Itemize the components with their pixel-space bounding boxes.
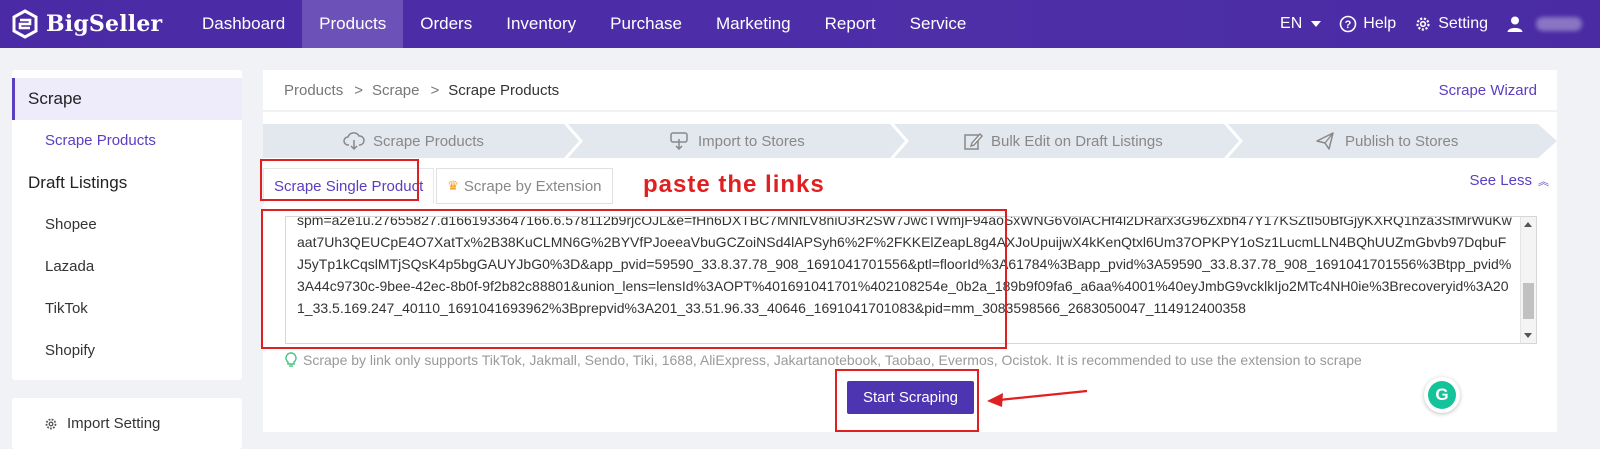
setting-link[interactable]: Setting [1414, 15, 1488, 33]
step-label: Import to Stores [698, 132, 805, 150]
top-nav: BigSeller Dashboard Products Orders Inve… [0, 0, 1600, 48]
see-less-toggle[interactable]: See Less ︽ [1469, 172, 1549, 189]
annotation-label: paste the links [643, 171, 825, 198]
scroll-down-icon[interactable] [1524, 333, 1532, 338]
lightbulb-icon [285, 352, 297, 367]
scrape-wizard-link[interactable]: Scrape Wizard [1439, 82, 1537, 99]
step-label: Scrape Products [373, 132, 484, 150]
scroll-up-icon[interactable] [1524, 222, 1532, 227]
see-less-label: See Less [1469, 172, 1532, 189]
setting-label: Setting [1438, 15, 1488, 32]
nav-dashboard[interactable]: Dashboard [185, 0, 302, 48]
step-publish-label: Publish to Stores [1315, 124, 1458, 158]
import-icon [670, 132, 688, 151]
textarea-scrollbar[interactable] [1520, 217, 1536, 343]
nav-products[interactable]: Products [302, 0, 404, 48]
nav-service[interactable]: Service [893, 0, 984, 48]
nav-inventory[interactable]: Inventory [489, 0, 593, 48]
help-link[interactable]: ? Help [1339, 15, 1396, 33]
step-label: Publish to Stores [1345, 132, 1459, 150]
sidebar-item-lazada[interactable]: Lazada [12, 246, 242, 286]
grammarly-icon[interactable]: G [1424, 377, 1460, 413]
annotation-box-button [835, 369, 979, 432]
svg-text:?: ? [1345, 19, 1352, 31]
brand-logo[interactable]: BigSeller [0, 9, 185, 39]
hint-text: Scrape by link only supports TikTok, Jak… [303, 352, 1362, 368]
cloud-download-icon [343, 132, 365, 151]
scrape-hint: Scrape by link only supports TikTok, Jak… [285, 352, 1362, 368]
sidebar-item-tiktok[interactable]: TikTok [12, 288, 242, 328]
annotation-arrow-icon [987, 389, 1088, 407]
breadcrumb-products[interactable]: Products [284, 82, 343, 99]
breadcrumb-scrape[interactable]: Scrape [372, 82, 420, 99]
bigseller-logo-icon [12, 9, 38, 39]
user-icon [1507, 16, 1523, 32]
nav-purchase[interactable]: Purchase [593, 0, 699, 48]
breadcrumb: Products > Scrape > Scrape Products Scra… [263, 70, 1557, 110]
edit-icon [964, 132, 983, 150]
language-selector[interactable]: EN [1280, 15, 1322, 33]
import-setting-label: Import Setting [67, 415, 161, 432]
scroll-thumb[interactable] [1523, 283, 1534, 319]
breadcrumb-separator: > [430, 81, 440, 99]
help-circle-icon: ? [1339, 15, 1357, 33]
sidebar-item-shopee[interactable]: Shopee [12, 204, 242, 244]
nav-orders[interactable]: Orders [403, 0, 489, 48]
step-bulk-edit-label: Bulk Edit on Draft Listings [963, 124, 1163, 158]
annotation-box-tab [260, 159, 419, 201]
brand-name: BigSeller [46, 11, 163, 37]
nav-marketing[interactable]: Marketing [699, 0, 808, 48]
username-redacted [1536, 17, 1582, 31]
chevron-up-icon: ︽ [1538, 175, 1549, 188]
step-import-label: Import to Stores [668, 124, 805, 158]
sidebar-group-draft-listings[interactable]: Draft Listings [12, 162, 242, 204]
import-setting-link[interactable]: Import Setting [12, 398, 242, 449]
step-label: Bulk Edit on Draft Listings [991, 132, 1163, 150]
tab-label: Scrape by Extension [463, 177, 602, 195]
sidebar: Scrape Scrape Products Draft Listings Sh… [12, 70, 242, 380]
breadcrumb-current: Scrape Products [448, 81, 560, 99]
step-scrape-products-label: Scrape Products [343, 124, 484, 158]
breadcrumb-separator: > [354, 81, 363, 99]
sidebar-item-shopify[interactable]: Shopify [12, 330, 242, 370]
gear-icon [45, 418, 57, 429]
annotation-box-textarea [261, 209, 1007, 349]
language-label: EN [1280, 15, 1303, 32]
crown-icon: ♛ [447, 178, 459, 193]
nav-report[interactable]: Report [808, 0, 893, 48]
help-label: Help [1363, 15, 1397, 32]
gear-icon [1416, 17, 1430, 31]
sidebar-group-scrape[interactable]: Scrape [12, 78, 242, 120]
tab-scrape-by-extension[interactable]: ♛ Scrape by Extension [436, 168, 613, 204]
user-menu[interactable] [1506, 15, 1582, 33]
chevron-down-icon [1311, 21, 1322, 27]
sidebar-item-scrape-products[interactable]: Scrape Products [12, 120, 242, 160]
send-icon [1316, 132, 1334, 150]
